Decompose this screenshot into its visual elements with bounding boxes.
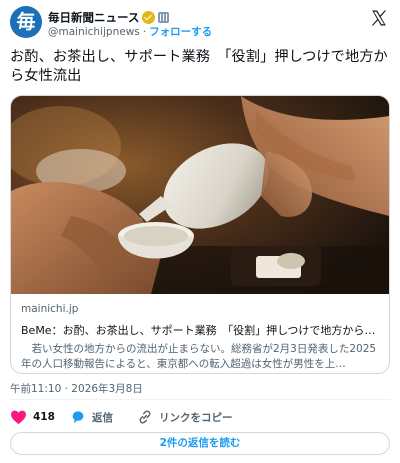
name-row: 毎日新聞ニュース [48,7,170,25]
read-replies-button[interactable]: 2件の返信を読む [10,432,390,455]
affiliate-building-icon[interactable] [158,12,170,23]
reply-bubble-icon [72,411,84,423]
link-card[interactable]: mainichi.jp BeMe：お酌、お茶出し、サポート業務 「役割」押しつけ… [10,95,390,374]
separator-dot: · [142,26,147,38]
divider [10,399,390,400]
handle[interactable]: @mainichijpnews [48,26,140,38]
like-button[interactable]: 418 [10,407,55,427]
copy-link-button[interactable]: リンクをコピー [137,407,233,427]
like-count: 418 [33,411,55,423]
card-title: BeMe：お酌、お茶出し、サポート業務 「役割」押しつけで地方から… [21,324,376,337]
heart-icon [11,410,26,425]
x-logo-icon[interactable] [370,9,388,27]
reply-label: 返信 [92,411,113,424]
sake-pouring-photo [11,96,389,294]
handle-row: @mainichijpnews · フォローする [48,24,212,39]
display-name[interactable]: 毎日新聞ニュース [48,11,139,25]
card-description: 若い女性の地方からの流出が止まらない。総務省が2月3日発表した2025年の人口移… [21,343,377,370]
card-meta: mainichi.jp BeMe：お酌、お茶出し、サポート業務 「役割」押しつけ… [21,303,379,372]
tweet-timestamp[interactable]: 午前11:10 · 2026年3月8日 [10,381,143,396]
tweet-header: 毎 毎日新聞ニュース @mainichijpnews · フォローする [10,6,390,38]
card-image [11,96,389,294]
copy-link-label: リンクをコピー [159,411,233,424]
card-domain: mainichi.jp [21,303,79,315]
follow-button[interactable]: フォローする [149,26,212,38]
reply-button[interactable]: 返信 [70,407,113,427]
link-icon [139,410,151,424]
verified-badge-icon [142,11,156,24]
tweet-text: お酌、お茶出し、サポート業務 「役割」押しつけで地方から女性流出 [10,49,388,84]
avatar[interactable]: 毎 [10,6,42,38]
